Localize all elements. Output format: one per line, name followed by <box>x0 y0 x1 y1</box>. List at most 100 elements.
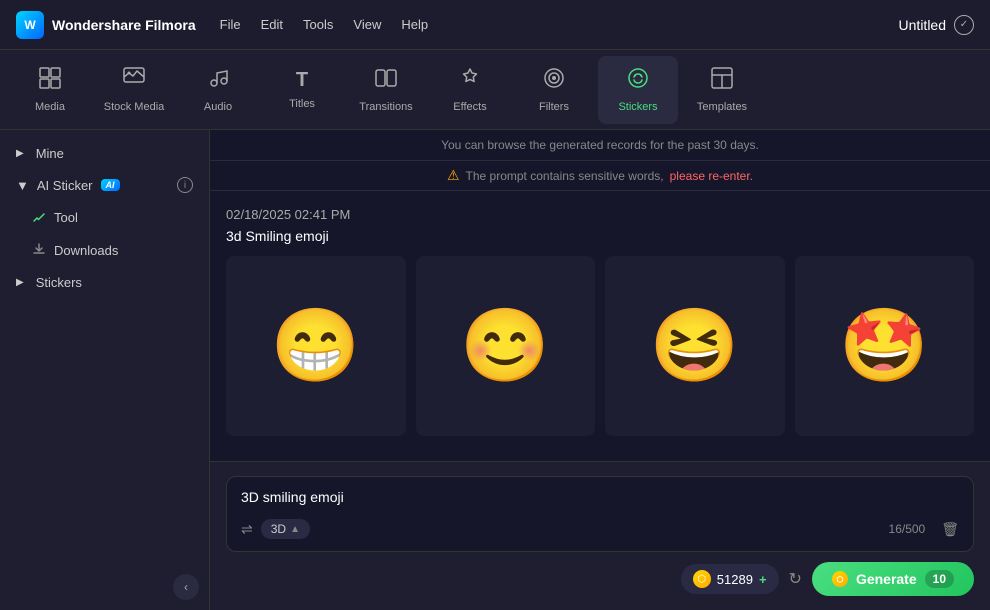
media-icon <box>39 67 61 95</box>
tab-effects-label: Effects <box>453 101 486 113</box>
result-title: 3d Smiling emoji <box>226 228 974 244</box>
notice-bar: You can browse the generated records for… <box>210 130 990 161</box>
emoji-3: 🤩 <box>839 310 929 382</box>
topbar: W Wondershare Filmora File Edit Tools Vi… <box>0 0 990 50</box>
result-timestamp: 02/18/2025 02:41 PM <box>226 207 974 222</box>
tab-stickers[interactable]: Stickers <box>598 56 678 124</box>
tab-media-label: Media <box>35 101 65 113</box>
collapse-sidebar-button[interactable]: ‹ <box>173 574 199 600</box>
sidebar-subitem-downloads[interactable]: Downloads <box>0 234 209 267</box>
generate-cost: 10 <box>925 570 954 588</box>
ai-badge: AI <box>101 179 120 191</box>
tab-transitions-label: Transitions <box>359 101 412 113</box>
sensitive-text: The prompt contains sensitive words, <box>466 169 664 183</box>
sidebar-stickers-label: Stickers <box>36 275 82 290</box>
sensitive-notice: ⚠ The prompt contains sensitive words, p… <box>210 161 990 191</box>
mine-chevron: ▶ <box>16 148 24 159</box>
input-area: 3D smiling emoji ⇌ 3D ▲ 16/500 🗑 <box>210 461 990 610</box>
tab-effects[interactable]: Effects <box>430 56 510 124</box>
coins-amount: 51289 <box>717 572 753 587</box>
menu-items: File Edit Tools View Help <box>220 17 428 32</box>
tab-media[interactable]: Media <box>10 56 90 124</box>
tab-audio[interactable]: Audio <box>178 56 258 124</box>
generate-cost-value: 10 <box>933 572 946 586</box>
stickers-icon <box>627 67 649 95</box>
tab-templates-label: Templates <box>697 101 747 113</box>
toolbar: Media Stock Media Audio T Titles <box>0 50 990 130</box>
trash-icon[interactable]: 🗑 <box>941 521 959 538</box>
prompt-tags: ⇌ 3D ▲ <box>241 519 310 539</box>
audio-icon <box>207 67 229 95</box>
tab-stickers-label: Stickers <box>618 101 657 113</box>
tab-titles-label: Titles <box>289 98 315 110</box>
generate-button[interactable]: ⬡ Generate 10 <box>812 562 974 596</box>
filters-icon <box>543 67 565 95</box>
main-layout: ▶ Mine ▼ AI Sticker AI i Tool D <box>0 130 990 610</box>
coin-icon: ⬡ <box>693 570 711 588</box>
sticker-card-2[interactable]: 😆 <box>605 256 785 436</box>
app-name: Wondershare Filmora <box>52 17 196 33</box>
notice-text: You can browse the generated records for… <box>441 138 759 152</box>
topbar-right: Untitled ✓ <box>899 15 974 35</box>
stickers-chevron: ▶ <box>16 277 24 288</box>
emoji-0: 😁 <box>271 310 361 382</box>
tab-audio-label: Audio <box>204 101 232 113</box>
sidebar-mine-label: Mine <box>36 146 64 161</box>
tag-3d[interactable]: 3D ▲ <box>261 519 310 539</box>
results-section: 02/18/2025 02:41 PM 3d Smiling emoji 😁 😊… <box>210 191 990 461</box>
menu-view[interactable]: View <box>353 17 381 32</box>
sticker-card-3[interactable]: 🤩 <box>795 256 975 436</box>
app-logo: W Wondershare Filmora <box>16 11 196 39</box>
sidebar-ai-sticker-label: AI Sticker <box>37 178 93 193</box>
generate-label: Generate <box>856 571 917 587</box>
emoji-2: 😆 <box>650 310 740 382</box>
sticker-card-0[interactable]: 😁 <box>226 256 406 436</box>
sidebar-tool-label: Tool <box>54 210 78 225</box>
tag-arrow-icon: ▲ <box>290 524 300 535</box>
coins-display: ⬡ 51289 + <box>681 564 779 594</box>
ai-sticker-chevron: ▼ <box>16 178 29 193</box>
refresh-icon[interactable]: ↻ <box>789 569 802 589</box>
warning-icon: ⚠ <box>447 167 460 184</box>
transitions-icon <box>375 67 397 95</box>
downloads-icon <box>32 242 46 259</box>
app-logo-icon: W <box>16 11 44 39</box>
content-area: You can browse the generated records for… <box>210 130 990 610</box>
menu-edit[interactable]: Edit <box>261 17 283 32</box>
tool-icon <box>32 209 46 226</box>
tab-templates[interactable]: Templates <box>682 56 762 124</box>
tab-titles[interactable]: T Titles <box>262 56 342 124</box>
prompt-input-wrapper: 3D smiling emoji ⇌ 3D ▲ 16/500 🗑 <box>226 476 974 552</box>
sidebar: ▶ Mine ▼ AI Sticker AI i Tool D <box>0 130 210 610</box>
tab-transitions[interactable]: Transitions <box>346 56 426 124</box>
tag-3d-label: 3D <box>271 522 286 536</box>
coins-plus: + <box>759 572 767 587</box>
tab-filters[interactable]: Filters <box>514 56 594 124</box>
tab-stock-media[interactable]: Stock Media <box>94 56 174 124</box>
menu-file[interactable]: File <box>220 17 241 32</box>
char-count: 16/500 <box>889 522 926 536</box>
shuffle-icon[interactable]: ⇌ <box>241 521 253 538</box>
sticker-card-1[interactable]: 😊 <box>416 256 596 436</box>
sidebar-item-mine[interactable]: ▶ Mine <box>0 138 209 169</box>
effects-icon <box>459 67 481 95</box>
bottom-actions: ⬡ 51289 + ↻ ⬡ Generate 10 <box>226 562 974 596</box>
titles-icon: T <box>296 69 308 92</box>
prompt-text[interactable]: 3D smiling emoji <box>241 489 959 509</box>
info-icon[interactable]: i <box>177 177 193 193</box>
tab-filters-label: Filters <box>539 101 569 113</box>
prompt-controls: ⇌ 3D ▲ 16/500 🗑 <box>241 519 959 539</box>
templates-icon <box>711 67 733 95</box>
check-icon[interactable]: ✓ <box>954 15 974 35</box>
project-title[interactable]: Untitled <box>899 17 946 33</box>
menu-help[interactable]: Help <box>401 17 428 32</box>
sidebar-item-ai-sticker[interactable]: ▼ AI Sticker AI i <box>0 169 209 201</box>
menu-tools[interactable]: Tools <box>303 17 333 32</box>
stock-media-icon <box>123 67 145 95</box>
generate-coin-icon: ⬡ <box>832 571 848 587</box>
sidebar-subitem-tool[interactable]: Tool <box>0 201 209 234</box>
re-enter-link[interactable]: please re-enter. <box>670 169 753 183</box>
sidebar-downloads-label: Downloads <box>54 243 118 258</box>
tab-stock-media-label: Stock Media <box>104 101 165 113</box>
sidebar-item-stickers[interactable]: ▶ Stickers <box>0 267 209 298</box>
